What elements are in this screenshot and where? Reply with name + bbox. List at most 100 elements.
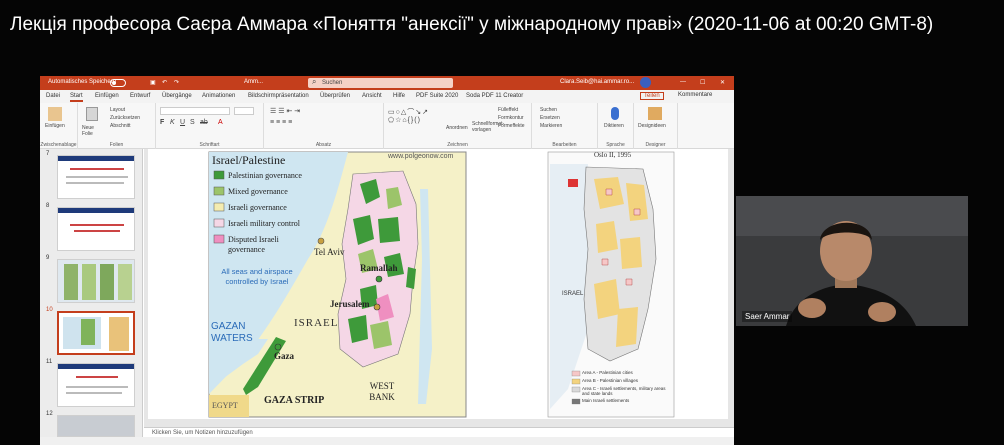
legend-swatch [213, 234, 225, 244]
slide-thumbnail-selected[interactable] [57, 311, 135, 355]
slide-number: 7 [46, 151, 50, 157]
slide-thumbnail[interactable] [57, 155, 135, 199]
notes-field[interactable]: Klicken Sie, um Notizen hinzuzufügen [144, 427, 734, 437]
font-size-field[interactable] [234, 107, 254, 115]
fill-button[interactable]: Fülleffekt [498, 107, 518, 113]
shapes-gallery-row2[interactable]: ⬠☆⌂{}() [388, 116, 421, 124]
slide-thumbnail[interactable] [57, 415, 135, 437]
microphone-icon[interactable] [611, 107, 619, 120]
tab-entwurf[interactable]: Entwurf [130, 93, 150, 99]
legend-label: Israeli governance [228, 203, 287, 212]
place-jerusalem: Jerusalem [330, 299, 370, 309]
group-label: Sprache [606, 142, 625, 148]
italic-icon[interactable]: K [170, 119, 175, 126]
maximize-icon[interactable]: ☐ [700, 79, 705, 86]
document-name: Amm... [244, 79, 263, 85]
group-paragraph: ☰ ☰ ⇤ ⇥ ≡ ≡ ≡ ≡ Absatz [264, 103, 384, 149]
share-button[interactable]: Teilen [640, 92, 664, 100]
tab-bildschirmpraesentation[interactable]: Bildschirmpräsentation [248, 93, 309, 99]
select-button[interactable]: Markieren [540, 123, 562, 129]
oslo-legend-label: Area C - Israeli settlements, military a… [582, 386, 666, 396]
palestinian-area-blob [378, 217, 400, 243]
oslo-legend-label: Area A - Palestinian cities [582, 370, 633, 375]
oslo-legend-swatch [571, 378, 581, 385]
group-label: Schriftart [199, 142, 220, 148]
slide-canvas[interactable]: Israel/Palestine www.polgeonow.com Pales… [144, 149, 734, 437]
tab-animationen[interactable]: Animationen [202, 93, 235, 99]
outline-button[interactable]: Formkontur [498, 115, 524, 121]
new-slide-button[interactable]: Neue Folie [82, 125, 106, 137]
font-name-field[interactable] [160, 107, 230, 115]
designer-button[interactable]: Designideen [638, 123, 666, 129]
tel-aviv-marker [317, 237, 325, 245]
font-color-icon[interactable]: A [218, 119, 223, 126]
section-button[interactable]: Abschnitt [110, 123, 131, 129]
arrange-button[interactable]: Anordnen [446, 125, 468, 131]
autosave-toggle[interactable] [110, 79, 126, 87]
bullets-icon[interactable]: ☰ ☰ ⇤ ⇥ [270, 107, 300, 115]
layout-button[interactable]: Layout [110, 107, 125, 113]
oslo-legend-label: Area B - Palestinian villages [582, 378, 639, 383]
speaker-video [736, 196, 968, 326]
legend-swatch [213, 202, 225, 212]
tab-uebergaenge[interactable]: Übergänge [162, 93, 192, 99]
underline-icon[interactable]: U [180, 119, 185, 126]
oslo-legend-swatch [571, 398, 581, 405]
oslo-area-a [625, 278, 633, 286]
slide-thumbnail[interactable] [57, 259, 135, 303]
tab-ansicht[interactable]: Ansicht [362, 93, 382, 99]
slide-number: 12 [46, 411, 53, 417]
save-icon[interactable]: ▣ [150, 79, 156, 86]
minimize-icon[interactable]: — [680, 79, 686, 85]
designer-icon[interactable] [648, 107, 662, 120]
map-title: Israel/Palestine [212, 153, 286, 167]
place-gazan-waters: GAZAN WATERS [211, 321, 253, 344]
oslo-area-a [601, 258, 609, 266]
slide-thumbnail[interactable] [57, 363, 135, 407]
slide-number: 11 [46, 359, 53, 365]
legend-label: Mixed governance [228, 187, 288, 196]
avatar[interactable] [640, 77, 651, 88]
strikethrough-icon[interactable]: ab [200, 119, 208, 126]
slide-number: 8 [46, 203, 50, 209]
tab-soda-pdf[interactable]: Soda PDF 11 Creator [466, 93, 523, 99]
place-gaza-strip: GAZA STRIP [264, 395, 325, 406]
paste-button[interactable]: Einfügen [45, 123, 65, 129]
paste-icon[interactable] [48, 107, 62, 121]
oslo-map-title: Oslo II, 1995 [594, 151, 632, 159]
legend-swatch [213, 186, 225, 196]
align-icon[interactable]: ≡ ≡ ≡ ≡ [270, 119, 292, 126]
ppt-titlebar: Automatisches Speichern ▣ ↶ ↷ Amm... Suc… [40, 76, 734, 90]
bold-icon[interactable]: F [160, 119, 164, 126]
jerusalem-marker [373, 303, 381, 311]
find-button[interactable]: Suchen [540, 107, 557, 113]
dictate-button[interactable]: Diktieren [604, 123, 624, 129]
group-label: Zeichnen [447, 142, 468, 148]
group-voice: Diktieren Sprache [598, 103, 634, 149]
close-icon[interactable]: ✕ [720, 79, 725, 86]
slide[interactable]: Israel/Palestine www.polgeonow.com Pales… [148, 149, 728, 419]
replace-button[interactable]: Ersetzen [540, 115, 560, 121]
tab-hilfe[interactable]: Hilfe [393, 93, 405, 99]
shadow-icon[interactable]: S [190, 119, 195, 126]
group-label: Designer [645, 142, 666, 148]
effects-button[interactable]: Formeffekte [498, 123, 525, 129]
undo-icon[interactable]: ↶ [162, 79, 167, 86]
comments-button[interactable]: Kommentare [678, 92, 712, 98]
tab-einfuegen[interactable]: Einfügen [95, 93, 119, 99]
group-font: F K U S ab A Schriftart [156, 103, 264, 149]
redo-icon[interactable]: ↷ [174, 79, 179, 86]
tab-pdf-suite[interactable]: PDF Suite 2020 [416, 93, 458, 99]
slide-thumbnail[interactable] [57, 207, 135, 251]
quick-styles-button[interactable]: Schnellformat-vorlagen [472, 121, 504, 133]
oslo-israel-label: ISRAEL [562, 291, 584, 297]
oslo-legend-label: Main Israeli settlements [582, 398, 630, 403]
reset-button[interactable]: Zurücksetzen [110, 115, 140, 121]
tab-ueberpruefen[interactable]: Überprüfen [320, 93, 350, 99]
oslo-inset-marker [568, 179, 578, 187]
new-slide-icon[interactable] [86, 107, 98, 121]
group-editing: Suchen Ersetzen Markieren Bearbeiten [532, 103, 598, 149]
tab-start[interactable]: Start [70, 93, 83, 102]
tab-datei[interactable]: Datei [46, 93, 60, 99]
search-input[interactable]: Suchen [308, 77, 453, 88]
